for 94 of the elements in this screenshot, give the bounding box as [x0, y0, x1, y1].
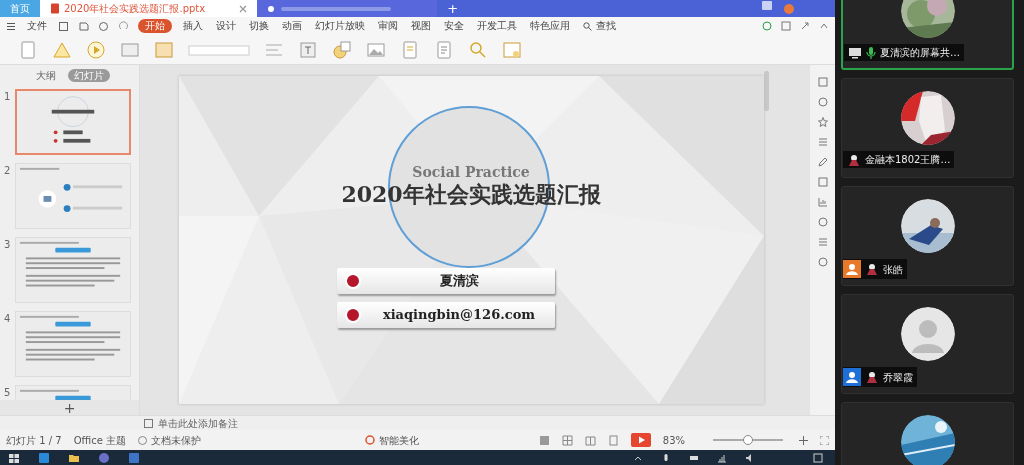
zoom-level[interactable]: 83% [662, 432, 685, 448]
view-icon[interactable] [538, 434, 550, 446]
ribbon-tab[interactable]: 幻灯片放映 [313, 19, 367, 33]
document-icon[interactable] [434, 39, 454, 60]
ribbon-tab[interactable]: 安全 [442, 19, 466, 33]
participant-name: 乔翠霞 [883, 370, 913, 385]
ribbon-tab[interactable]: 特色应用 [528, 19, 572, 33]
shapes-icon[interactable] [332, 39, 352, 60]
network-icon[interactable] [717, 452, 727, 463]
play-icon[interactable] [86, 39, 106, 60]
notes-placeholder[interactable]: 单击此处添加备注 [158, 415, 238, 431]
document-icon[interactable] [18, 39, 38, 60]
cloud-icon[interactable] [762, 21, 772, 31]
ribbon-tab[interactable]: 动画 [280, 19, 304, 33]
microphone-icon[interactable] [661, 452, 671, 463]
participant-name: 张皓 [883, 262, 903, 277]
undo-icon[interactable] [118, 20, 129, 32]
ribbon-tab[interactable]: 切换 [247, 19, 271, 33]
bars-icon[interactable] [817, 137, 828, 147]
star-icon[interactable] [817, 117, 828, 127]
info-text: 夏清滨 [438, 272, 480, 291]
tab-icon [267, 4, 276, 13]
slide-number: 5 [4, 386, 11, 400]
square-icon[interactable] [128, 451, 140, 464]
circle-icon[interactable] [365, 435, 375, 445]
square-icon[interactable] [817, 77, 828, 87]
share-icon[interactable] [781, 21, 791, 31]
circle-icon[interactable] [98, 20, 109, 32]
search-button[interactable]: 查找 [581, 19, 618, 33]
file-icon [50, 3, 60, 14]
bullet-dot-icon [343, 305, 363, 325]
bullet-dot-icon [343, 271, 363, 291]
search-icon[interactable] [583, 21, 592, 31]
circle-icon[interactable] [817, 97, 828, 107]
info-text: xiaqingbin@126.com [381, 306, 537, 325]
windows-icon[interactable] [8, 451, 20, 464]
protection-status[interactable]: 文档未保护 [138, 432, 201, 448]
fullscreen-icon[interactable] [820, 435, 829, 445]
scrollbar[interactable] [763, 71, 769, 111]
beautify-button[interactable]: 智能美化 [365, 432, 419, 448]
ribbon-tab[interactable]: 设计 [214, 19, 238, 33]
browser-tab[interactable]: 2020年社会实践选题汇报.pptx [40, 0, 258, 17]
slide-subtitle: Social Practice [412, 164, 530, 180]
file-menu[interactable]: 文件 [25, 19, 49, 33]
play-button[interactable] [630, 433, 651, 447]
user-avatar-icon[interactable] [783, 3, 795, 15]
circle-icon[interactable] [817, 257, 828, 267]
slide-number: 2 [4, 164, 11, 178]
person-icon [865, 370, 879, 384]
square-icon[interactable] [58, 20, 69, 32]
ribbon-tab[interactable]: 插入 [181, 19, 205, 33]
layout-icon[interactable] [154, 39, 174, 60]
reading-icon[interactable] [607, 434, 619, 446]
circle-icon[interactable] [817, 217, 828, 227]
square-icon[interactable] [817, 177, 828, 187]
zoom-slider-thumb[interactable] [743, 435, 753, 445]
ribbon-tab[interactable]: 审阅 [376, 19, 400, 33]
plus-icon[interactable] [799, 435, 808, 445]
theme-name: Office 主题 [73, 433, 126, 448]
notification-icon[interactable] [813, 452, 823, 463]
slide-number: 1 [4, 90, 11, 104]
ribbon-tab[interactable]: 开始 [138, 19, 172, 33]
slide-thumbnail[interactable] [15, 89, 131, 155]
microphone-icon [866, 45, 876, 60]
notes-icon [144, 418, 153, 428]
picture-frame-icon[interactable] [502, 39, 522, 60]
text-box-icon[interactable] [298, 39, 318, 60]
add-slide-button[interactable]: + [57, 400, 82, 415]
window-icon[interactable] [761, 0, 773, 11]
default-avatar-icon [900, 307, 955, 361]
slide-number: 3 [4, 238, 11, 252]
ribbon-tab[interactable]: 视图 [409, 19, 433, 33]
panel-tab[interactable]: 大纲 [29, 68, 62, 82]
slide-number: 4 [4, 312, 11, 326]
globe-icon[interactable] [98, 451, 110, 464]
document-icon[interactable] [400, 39, 420, 60]
menu-icon[interactable] [6, 21, 16, 31]
pencil-icon[interactable] [817, 157, 828, 167]
document-icon[interactable] [78, 20, 89, 32]
bars-icon[interactable] [817, 237, 828, 247]
person-icon [847, 152, 861, 167]
slide-counter: 幻灯片 1 / 7 [6, 433, 62, 448]
grid-icon[interactable] [561, 434, 573, 446]
expand-icon[interactable] [800, 21, 810, 31]
circle-icon[interactable] [138, 435, 147, 445]
person-icon [865, 262, 879, 276]
book-icon[interactable] [584, 434, 596, 446]
collapse-icon[interactable] [819, 21, 829, 31]
new-tab-button[interactable]: + [437, 0, 469, 17]
chart-icon[interactable] [817, 197, 828, 207]
square-icon[interactable] [38, 451, 50, 464]
participant-name: 夏清滨的屏幕共… [880, 46, 960, 60]
participant-name: 金融本1802王腾… [865, 153, 951, 167]
ribbon-tab[interactable]: 开发工具 [475, 19, 519, 33]
